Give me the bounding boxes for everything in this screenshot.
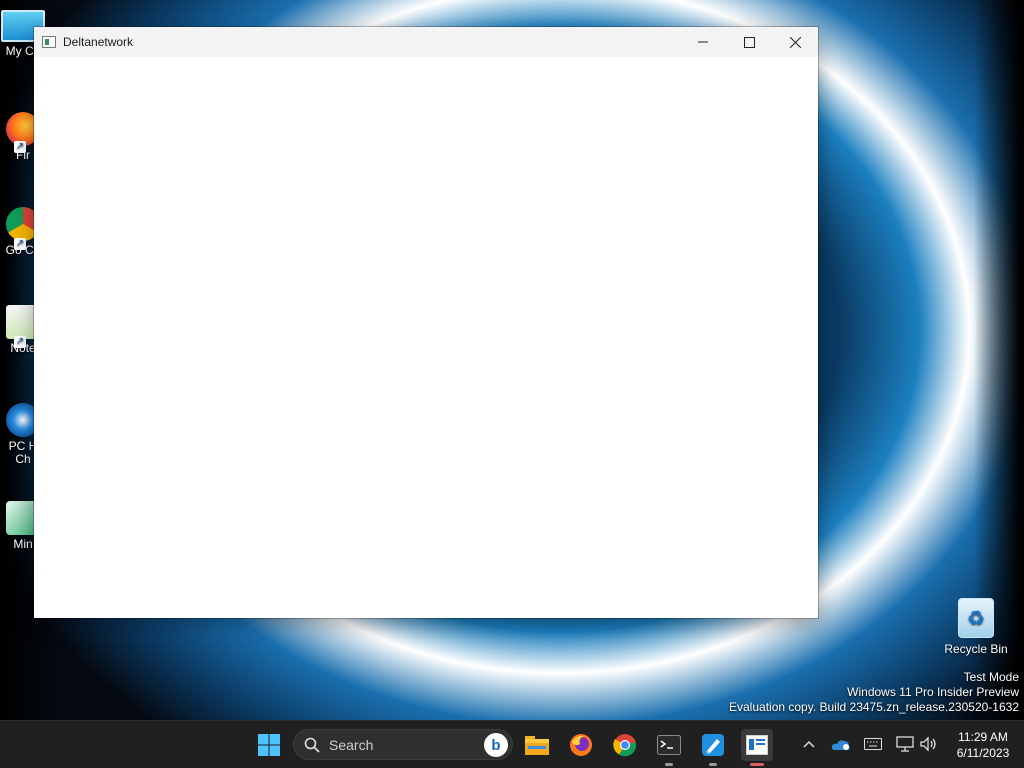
- recycle-bin-label: Recycle Bin: [944, 642, 1008, 656]
- file-explorer-icon: [525, 736, 549, 755]
- desktop-icon-recycle-bin[interactable]: ♻ Recycle Bin: [944, 598, 1008, 656]
- taskbar-deltanetwork[interactable]: [741, 729, 773, 766]
- app-icon: [42, 36, 56, 48]
- window-titlebar[interactable]: Deltanetwork: [34, 27, 818, 57]
- deltanetwork-window[interactable]: Deltanetwork: [34, 27, 818, 618]
- shortcut-arrow-icon: ↗: [14, 336, 26, 348]
- taskbar-terminal[interactable]: [653, 729, 685, 766]
- shortcut-arrow-icon: ↗: [14, 238, 26, 250]
- recycle-bin-icon: ♻: [958, 598, 994, 638]
- window-controls: [680, 27, 818, 57]
- chevron-up-icon: [803, 740, 815, 748]
- search-icon: [304, 737, 320, 753]
- running-indicator: [665, 763, 673, 766]
- network-icon: [896, 736, 914, 752]
- start-button[interactable]: [253, 729, 285, 761]
- volume-button[interactable]: [918, 733, 940, 755]
- clock-time: 11:29 AM: [958, 730, 1008, 744]
- taskbar-paint[interactable]: [697, 729, 729, 766]
- watermark-line-2: Windows 11 Pro Insider Preview: [847, 685, 1019, 699]
- keyboard-icon: [864, 738, 882, 750]
- minimize-button[interactable]: [680, 27, 726, 57]
- close-icon: [789, 36, 801, 48]
- maximize-button[interactable]: [726, 27, 772, 57]
- taskbar-search[interactable]: Search b: [293, 729, 513, 760]
- taskbar-firefox[interactable]: [565, 729, 597, 761]
- taskbar-clock[interactable]: 11:29 AM 6/11/2023: [948, 729, 1018, 761]
- paint-icon: [702, 734, 724, 756]
- start-icon: [258, 734, 280, 756]
- test-mode-watermark: Test Mode Windows 11 Pro Insider Preview…: [729, 670, 1019, 715]
- chrome-icon: [613, 734, 637, 757]
- window-client-area[interactable]: [34, 57, 818, 618]
- search-placeholder: Search: [329, 736, 374, 753]
- clock-date: 6/11/2023: [956, 746, 1010, 760]
- taskbar: Search b 11:29 AM 6/11/2023: [0, 720, 1024, 768]
- minimize-icon: [698, 41, 708, 43]
- deltanetwork-icon: [746, 735, 768, 755]
- close-button[interactable]: [772, 27, 818, 57]
- watermark-line-1: Test Mode: [963, 670, 1019, 684]
- show-hidden-icons-button[interactable]: [798, 733, 820, 755]
- shortcut-arrow-icon: ↗: [14, 141, 26, 153]
- maximize-icon: [743, 36, 755, 48]
- speaker-icon: [920, 736, 936, 752]
- touch-keyboard-button[interactable]: [862, 733, 884, 755]
- taskbar-file-explorer[interactable]: [521, 729, 553, 761]
- window-title: Deltanetwork: [63, 35, 134, 49]
- terminal-icon: [657, 735, 681, 755]
- running-indicator: [709, 763, 717, 766]
- onedrive-button[interactable]: [830, 733, 852, 755]
- taskbar-chrome[interactable]: [609, 729, 641, 761]
- firefox-icon: [570, 734, 592, 756]
- active-indicator: [750, 763, 764, 766]
- network-button[interactable]: [894, 733, 916, 755]
- watermark-line-3: Evaluation copy. Build 23475.zn_release.…: [729, 700, 1019, 714]
- bing-icon[interactable]: b: [484, 733, 508, 757]
- onedrive-icon: [831, 740, 850, 750]
